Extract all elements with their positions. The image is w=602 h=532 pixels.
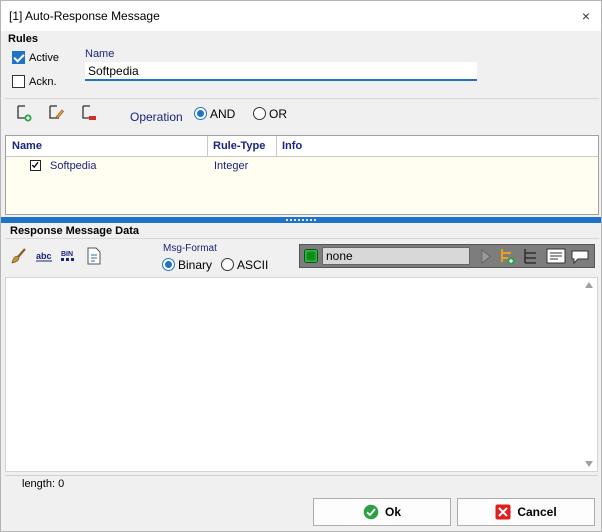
scroll-down-icon[interactable] [585, 461, 593, 467]
rules-section-label: Rules [8, 33, 38, 45]
grid-header: Name Rule-Type Info [6, 136, 598, 157]
op-or-radio[interactable]: OR [253, 107, 303, 123]
add-sequence-icon[interactable] [498, 247, 516, 266]
sequence-field[interactable]: none [322, 247, 470, 265]
cancel-x-icon [495, 504, 511, 520]
op-and-label: AND [210, 107, 236, 121]
file-icon[interactable] [87, 247, 101, 265]
rules-grid[interactable]: Name Rule-Type Info Softpedia Integer [5, 135, 599, 215]
sequence-panel: none [299, 244, 595, 268]
ok-button[interactable]: Ok [313, 498, 451, 526]
check-icon [31, 161, 39, 169]
active-label: Active [29, 52, 59, 64]
op-and-radio-dot[interactable] [194, 107, 207, 120]
format-ascii-label: ASCII [237, 258, 269, 272]
play-icon[interactable] [480, 249, 492, 264]
col-divider [276, 136, 277, 157]
svg-text:abc: abc [36, 251, 52, 261]
abc-icon[interactable]: abc [35, 248, 53, 264]
edit-rule-icon[interactable] [47, 104, 65, 122]
divider [5, 98, 599, 99]
add-rule-icon[interactable] [15, 104, 33, 122]
cancel-label: Cancel [517, 505, 557, 519]
list-icon[interactable] [546, 248, 566, 265]
ackn-check-box[interactable] [12, 75, 25, 88]
col-ruletype-header[interactable]: Rule-Type [213, 140, 265, 152]
col-name-header[interactable]: Name [12, 140, 42, 152]
format-ascii-dot[interactable] [221, 258, 234, 271]
name-input[interactable] [85, 62, 477, 81]
delete-rule-icon[interactable] [80, 104, 98, 122]
status-bar: length: 0 [5, 475, 598, 491]
grip-icon [286, 219, 316, 221]
format-binary-dot[interactable] [162, 258, 175, 271]
row-name: Softpedia [50, 160, 97, 172]
table-row[interactable]: Softpedia Integer [6, 158, 598, 176]
scroll-up-icon[interactable] [585, 282, 593, 288]
format-ascii-radio[interactable]: ASCII [221, 257, 271, 273]
ackn-label: Ackn. [29, 76, 57, 88]
op-and-radio[interactable]: AND [194, 107, 254, 123]
operation-label: Operation [130, 110, 183, 124]
ok-check-icon [363, 504, 379, 520]
col-divider [207, 136, 208, 157]
splitter-handle[interactable] [1, 217, 601, 223]
title-bar: [1] Auto-Response Message × [1, 1, 601, 31]
close-icon[interactable]: × [576, 7, 596, 25]
format-binary-label: Binary [178, 258, 213, 272]
name-label: Name [85, 48, 115, 60]
format-binary-radio[interactable]: Binary [162, 257, 220, 273]
brush-icon[interactable] [10, 247, 28, 265]
op-or-label: OR [269, 107, 287, 121]
comment-icon[interactable] [570, 249, 590, 265]
row-checkbox[interactable] [30, 160, 41, 171]
ok-label: Ok [384, 505, 401, 519]
col-info-header[interactable]: Info [282, 140, 302, 152]
svg-text:BIN: BIN [61, 251, 73, 258]
row-rule-type: Integer [214, 160, 249, 172]
status-led-icon [304, 249, 318, 263]
op-or-radio-dot[interactable] [253, 107, 266, 120]
divider [5, 238, 599, 239]
bin-icon[interactable]: BIN [60, 248, 78, 264]
tree-icon[interactable] [522, 247, 540, 266]
response-section-label: Response Message Data [10, 225, 139, 237]
dialog-window: [1] Auto-Response Message × Rules Active… [0, 0, 602, 532]
msg-format-label: Msg-Format [163, 243, 217, 254]
window-title: [1] Auto-Response Message [9, 9, 160, 23]
cancel-button[interactable]: Cancel [457, 498, 595, 526]
length-status: length: 0 [22, 478, 65, 490]
message-data-area[interactable] [5, 277, 598, 472]
active-check-box[interactable] [12, 51, 25, 64]
